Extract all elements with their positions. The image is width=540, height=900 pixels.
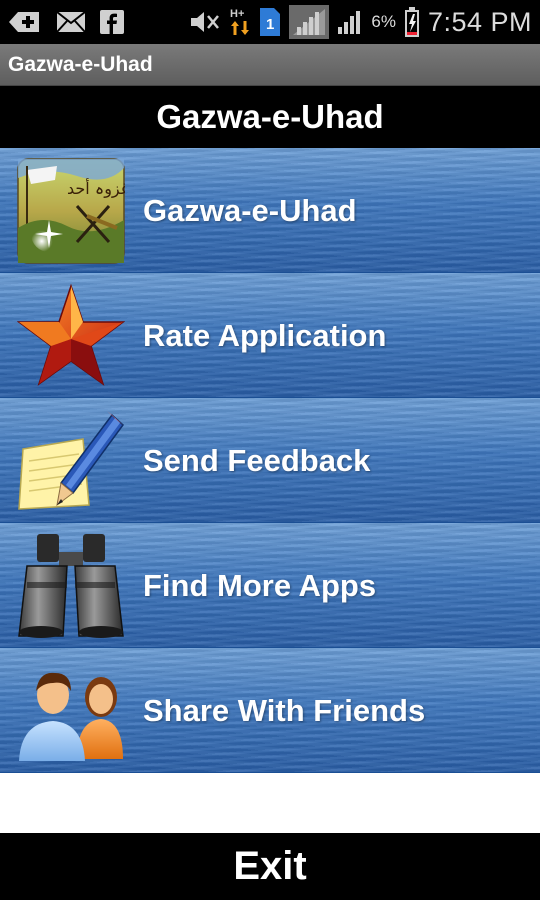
email-icon <box>56 11 86 33</box>
exit-label: Exit <box>233 844 307 888</box>
svg-text:غزوہ أحد: غزوہ أحد <box>67 178 125 199</box>
app-title-bar: Gazwa-e-Uhad <box>0 44 540 86</box>
exit-button[interactable]: Exit <box>0 833 540 900</box>
menu-item-label: Rate Application <box>143 317 387 353</box>
page-header: Gazwa-e-Uhad <box>0 86 540 148</box>
svg-text:1: 1 <box>266 16 274 33</box>
page-title: Gazwa-e-Uhad <box>156 98 384 135</box>
menu-item-find-more-apps[interactable]: Find More Apps <box>0 523 540 648</box>
menu-item-gazwa-e-uhad[interactable]: غزوہ أحد Gazwa-e-Uhad <box>0 148 540 273</box>
status-time: 7:54 PM <box>427 6 532 37</box>
people-icon <box>16 658 126 763</box>
battery-charging-icon <box>404 7 420 37</box>
star-icon <box>16 283 126 388</box>
menu-item-rate-application[interactable]: Rate Application <box>0 273 540 398</box>
pencil-note-icon <box>16 408 126 513</box>
spacer <box>0 773 540 833</box>
menu-item-label: Find More Apps <box>143 567 377 603</box>
mute-icon <box>189 10 221 34</box>
data-arrows-icon: H+ <box>229 7 251 37</box>
add-notification-icon <box>8 10 42 34</box>
status-bar: H+ 1 6% 7:54 PM <box>0 0 540 44</box>
main-menu: غزوہ أحد Gazwa-e-Uhad Rate Application S… <box>0 148 540 773</box>
menu-item-send-feedback[interactable]: Send Feedback <box>0 398 540 523</box>
menu-item-label: Send Feedback <box>143 442 371 478</box>
svg-text:H+: H+ <box>230 8 244 20</box>
menu-item-label: Gazwa-e-Uhad <box>143 192 357 228</box>
app-title: Gazwa-e-Uhad <box>8 52 153 76</box>
sim-1-icon: 1 <box>259 7 281 37</box>
app-artwork-icon: غزوہ أحد <box>16 157 126 264</box>
facebook-icon <box>100 10 124 34</box>
binoculars-icon <box>16 533 126 638</box>
signal-icon <box>337 10 363 34</box>
battery-percent: 6% <box>371 12 396 31</box>
menu-item-share-with-friends[interactable]: Share With Friends <box>0 648 540 773</box>
menu-item-label: Share With Friends <box>143 692 426 728</box>
signal-icon <box>289 5 330 39</box>
